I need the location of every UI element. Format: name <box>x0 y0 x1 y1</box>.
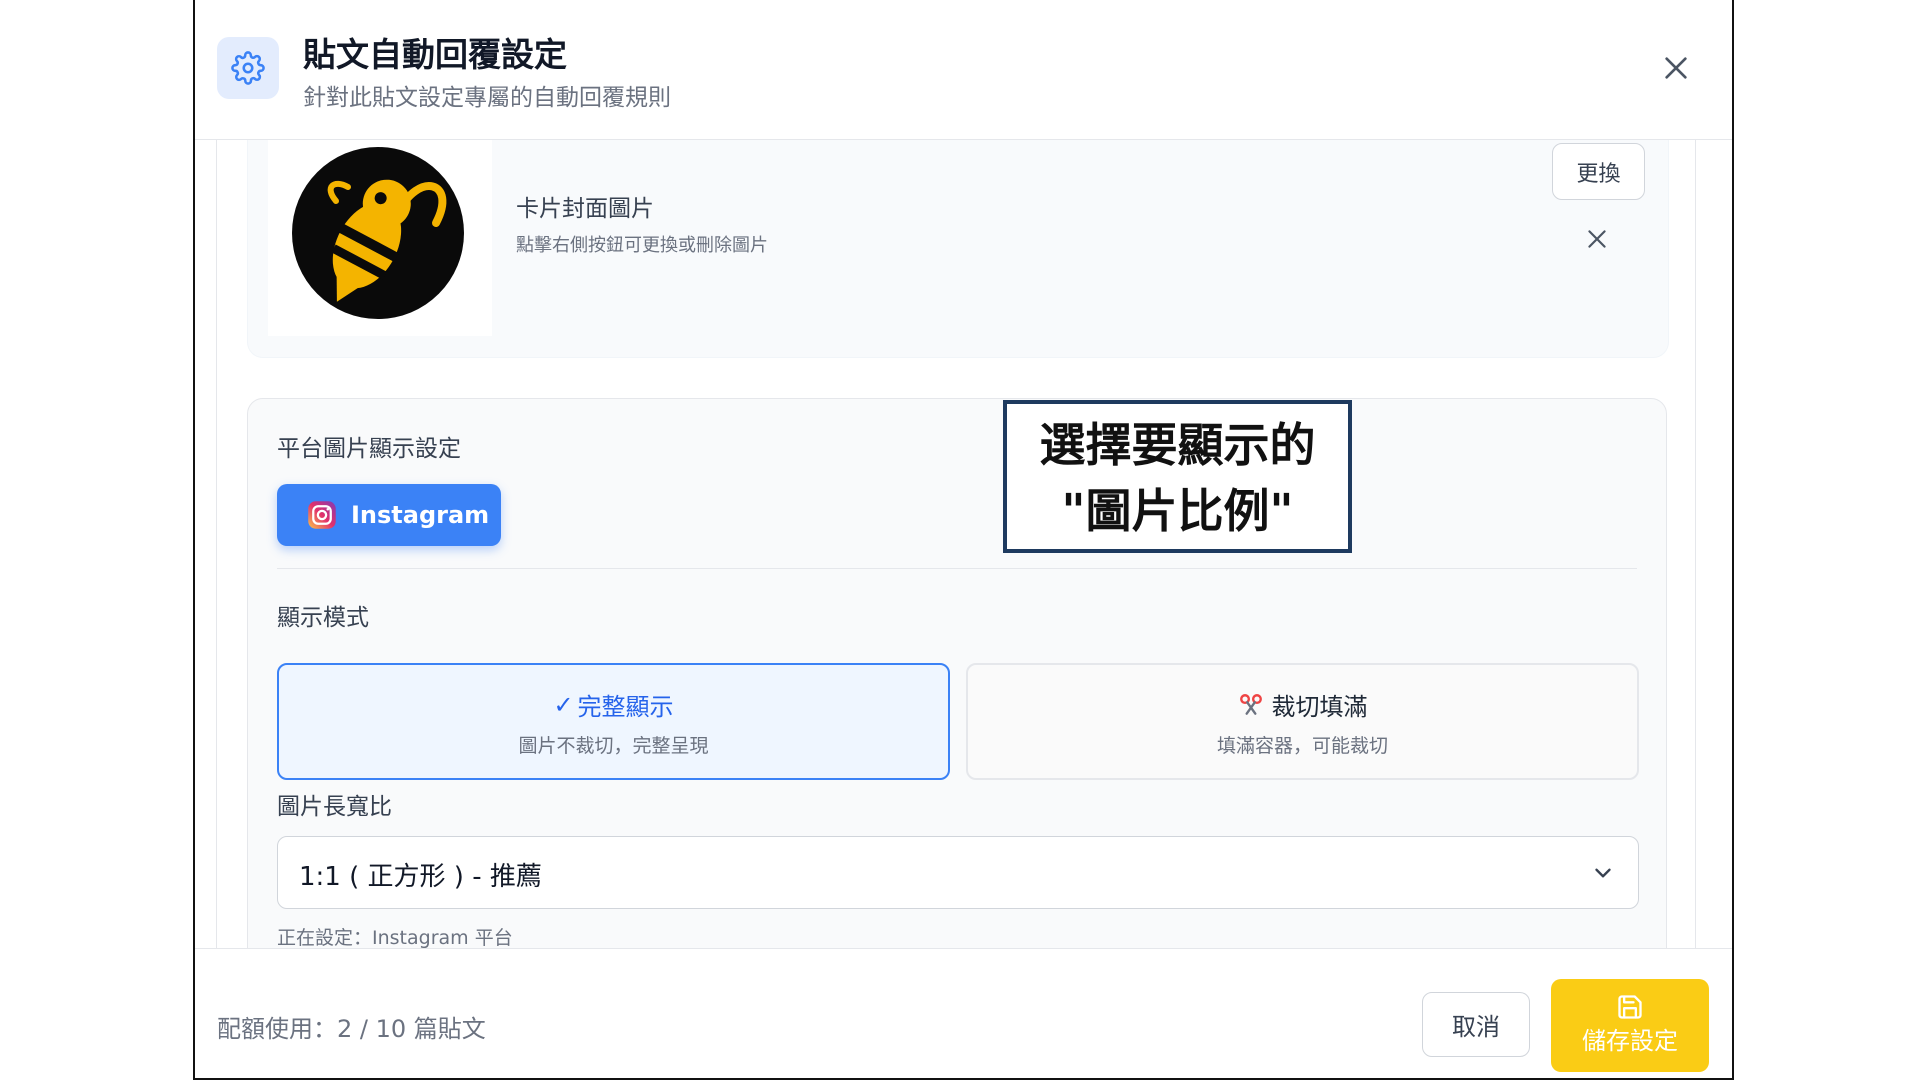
cancel-button[interactable]: 取消 <box>1422 992 1530 1057</box>
mode-option-crop-label: 裁切填滿 <box>1271 693 1368 721</box>
scroll-edge-right <box>1695 140 1696 948</box>
scroll-edge-left <box>216 140 217 948</box>
aspect-ratio-value: 1:1 ( 正方形 ) - 推薦 <box>299 862 542 892</box>
chevron-down-icon <box>1595 868 1611 878</box>
save-settings-label: 儲存設定 <box>1582 1027 1678 1055</box>
quota-usage: 配額使用：2 / 10 篇貼文 <box>217 1015 486 1043</box>
platform-tab-label: Instagram <box>351 501 490 529</box>
scissors-icon <box>1239 693 1262 715</box>
instagram-icon <box>308 501 336 529</box>
callout-line-1: 選擇要顯示的 <box>1039 418 1316 472</box>
check-icon: ✓ <box>553 690 574 719</box>
cover-thumbnail <box>268 140 492 336</box>
mode-option-crop-desc: 填滿容器，可能裁切 <box>1216 735 1388 757</box>
aspect-ratio-label: 圖片長寬比 <box>277 794 392 820</box>
display-mode-label: 顯示模式 <box>277 605 369 631</box>
modal-subtitle: 針對此貼文設定專屬的自動回覆規則 <box>303 85 671 111</box>
modal-header: 貼文自動回覆設定 針對此貼文設定專屬的自動回覆規則 <box>195 0 1732 140</box>
cover-hint: 點擊右側按鈕可更換或刪除圖片 <box>516 235 768 256</box>
modal-body[interactable]: 卡片封面圖片 點擊右側按鈕可更換或刪除圖片 更換 平台圖片顯示設定 Instag… <box>195 140 1732 948</box>
settings-badge <box>217 37 279 99</box>
platform-display-card: 平台圖片顯示設定 Instagram 顯示模式 ✓ 完整顯示 圖片不裁切，完整呈… <box>247 398 1667 948</box>
current-platform-note: 正在設定：Instagram 平台 <box>277 927 513 948</box>
cover-label: 卡片封面圖片 <box>516 196 654 222</box>
annotation-callout: 選擇要顯示的 "圖片比例" <box>1003 400 1352 553</box>
mode-option-crop[interactable]: 裁切填滿 填滿容器，可能裁切 <box>966 663 1639 780</box>
remove-image-icon[interactable] <box>1584 226 1610 252</box>
modal-footer: 配額使用：2 / 10 篇貼文 取消 儲存設定 <box>195 948 1732 1078</box>
platform-tab-instagram[interactable]: Instagram <box>277 484 501 546</box>
cover-image-card: 卡片封面圖片 點擊右側按鈕可更換或刪除圖片 更換 <box>247 140 1669 358</box>
auto-reply-modal: 貼文自動回覆設定 針對此貼文設定專屬的自動回覆規則 卡片封面圖片 點擊右側按鈕可… <box>193 0 1734 1080</box>
mode-option-full-title: ✓ 完整顯示 <box>279 687 948 722</box>
gear-icon <box>231 51 265 85</box>
callout-line-2: "圖片比例" <box>1061 484 1294 538</box>
mode-option-full[interactable]: ✓ 完整顯示 圖片不裁切，完整呈現 <box>277 663 950 780</box>
modal-title: 貼文自動回覆設定 <box>303 35 567 74</box>
replace-image-button[interactable]: 更換 <box>1552 143 1645 200</box>
mode-option-crop-title: 裁切填滿 <box>968 687 1637 722</box>
close-icon[interactable] <box>1660 52 1692 84</box>
save-icon <box>1618 995 1642 1019</box>
mode-option-full-label: 完整顯示 <box>577 693 674 721</box>
divider <box>277 568 1637 569</box>
mode-option-full-desc: 圖片不裁切，完整呈現 <box>518 735 709 757</box>
save-settings-button[interactable]: 儲存設定 <box>1551 979 1709 1072</box>
bee-logo-image <box>292 147 464 319</box>
platform-settings-label: 平台圖片顯示設定 <box>277 436 461 462</box>
aspect-ratio-select[interactable]: 1:1 ( 正方形 ) - 推薦 <box>277 836 1639 909</box>
